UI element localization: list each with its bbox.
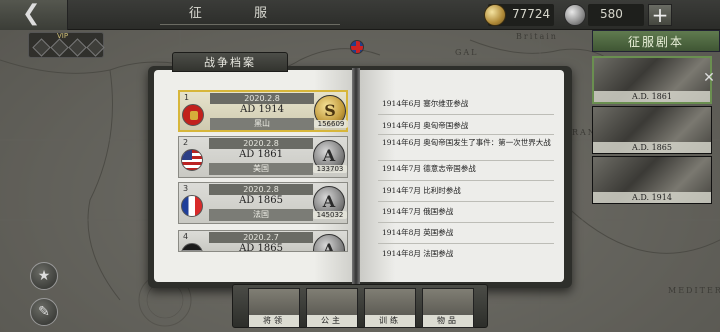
- record-score: 133703: [313, 165, 347, 173]
- record-country: 美国: [209, 163, 313, 175]
- scenario-card-1865[interactable]: A.D. 1865: [592, 106, 712, 154]
- silver-coin-icon: [564, 4, 586, 26]
- usa-flag-icon: [181, 149, 203, 171]
- silver-amount: 580: [600, 7, 623, 21]
- vip-slot-icon: [68, 38, 87, 57]
- tab-items[interactable]: 物品: [422, 288, 474, 328]
- scenario-label: A.D. 1865: [593, 142, 711, 153]
- tab-generals[interactable]: 将领: [248, 288, 300, 328]
- notes-icon: ✎: [38, 304, 50, 320]
- rank-medal-icon: A: [313, 234, 345, 251]
- add-currency-button[interactable]: +: [648, 4, 672, 26]
- back-arrow-icon: ❮: [22, 1, 41, 26]
- event-divider: [378, 222, 554, 223]
- back-button[interactable]: ❮: [0, 0, 68, 30]
- record-item[interactable]: 3 2020.2.8 AD 1865 法国 A 145032: [178, 182, 348, 224]
- event-entry: 1914年8月 法国参战: [382, 249, 454, 258]
- event-divider: [378, 201, 554, 202]
- tab-label: 物品: [423, 315, 473, 327]
- montenegro-flag-icon: [182, 104, 204, 126]
- record-date: 2020.2.7: [209, 232, 313, 243]
- event-divider: [378, 114, 554, 115]
- tab-training[interactable]: 训练: [364, 288, 416, 328]
- event-entry: 1914年6月 奥匈帝国参战: [382, 121, 469, 130]
- tab-label: 训练: [365, 315, 415, 327]
- record-date: 2020.2.8: [209, 184, 313, 195]
- record-item[interactable]: 1 2020.2.8 AD 1914 黑山 S 156609: [178, 90, 348, 132]
- vip-slot-icon: [32, 38, 51, 57]
- tab-label: 公主: [307, 315, 357, 327]
- gold-coin-icon: [484, 4, 506, 26]
- scenario-card-1914[interactable]: A.D. 1914: [592, 156, 712, 204]
- record-item[interactable]: 4 2020.2.7 AD 1865 A: [178, 230, 348, 252]
- record-score: 145032: [313, 211, 347, 219]
- vip-slot-icon: [86, 38, 105, 57]
- event-divider: [378, 180, 554, 181]
- notes-button[interactable]: ✎: [30, 298, 58, 326]
- record-number: 4: [183, 232, 189, 241]
- record-country: 法国: [209, 209, 313, 221]
- record-date: 2020.2.8: [210, 93, 314, 104]
- book-spine: [352, 68, 360, 284]
- record-year: AD 1865: [239, 243, 283, 252]
- uk-flag-icon[interactable]: [350, 40, 364, 54]
- event-entry: 1914年8月 英国参战: [382, 228, 454, 237]
- event-divider: [378, 243, 554, 244]
- vip-slot-icon: [50, 38, 69, 57]
- germany-flag-icon: [181, 243, 203, 251]
- record-year: AD 1861: [239, 149, 283, 160]
- page-title: 征 服: [188, 6, 292, 21]
- record-number: 1: [184, 93, 190, 102]
- event-entry: 1914年7月 德意志帝国参战: [382, 164, 476, 173]
- event-entry: 1914年6月 奥匈帝国发生了事件：第一次世界大战: [382, 138, 551, 147]
- title-underline: [160, 24, 340, 25]
- record-year: AD 1865: [239, 195, 283, 206]
- event-divider: [378, 160, 554, 161]
- conquer-scenario-button[interactable]: 征服剧本: [592, 30, 720, 52]
- gold-amount: 77724: [512, 7, 551, 21]
- record-country: 黑山: [210, 118, 314, 130]
- book-title: 战争档案: [172, 52, 288, 72]
- event-entry: 1914年7月 比利时参战: [382, 186, 461, 195]
- france-flag-icon: [181, 195, 203, 217]
- record-number: 2: [183, 138, 189, 147]
- event-entry: 1914年7月 俄国参战: [382, 207, 454, 216]
- scenario-label: A.D. 1914: [593, 192, 711, 203]
- event-divider: [378, 134, 554, 135]
- event-entry: 1914年6月 塞尔维亚参战: [382, 99, 469, 108]
- record-year: AD 1914: [240, 104, 284, 115]
- tab-label: 将领: [249, 315, 299, 327]
- record-item[interactable]: 2 2020.2.8 AD 1861 美国 A 133703: [178, 136, 348, 178]
- scenario-card-1861[interactable]: A.D. 1861: [592, 56, 712, 104]
- scenario-label: A.D. 1861: [594, 91, 710, 102]
- record-date: 2020.2.8: [209, 138, 313, 149]
- vip-panel[interactable]: VIP: [28, 32, 105, 58]
- trophy-icon: ★: [37, 268, 51, 284]
- tab-princess[interactable]: 公主: [306, 288, 358, 328]
- close-icon[interactable]: ✕: [700, 70, 718, 88]
- trophy-button[interactable]: ★: [30, 262, 58, 290]
- record-score: 156609: [314, 120, 348, 128]
- record-number: 3: [183, 184, 189, 193]
